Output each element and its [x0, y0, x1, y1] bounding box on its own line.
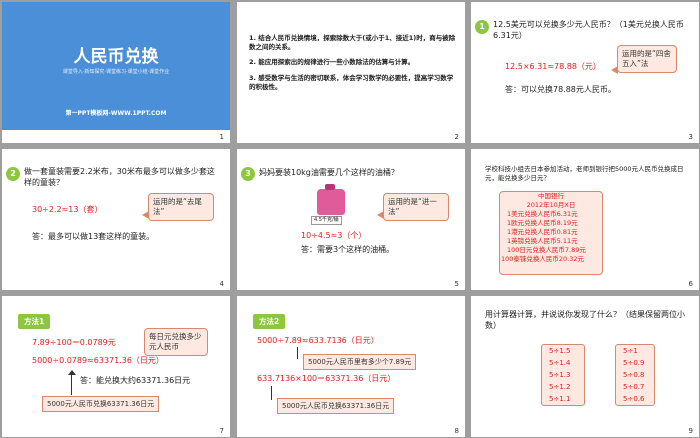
question-badge: 3 [241, 167, 255, 181]
slide-number: 6 [688, 280, 693, 288]
objective-2: 2. 能应用探索出的规律进行一些小数除法的估算与计算。 [249, 58, 415, 66]
equation-2: 633.7136×100＝63371.36（日元） [257, 374, 396, 383]
rate-item: 100日元兑换人民币7.89元 [507, 246, 586, 254]
question-text: 12.5美元可以兑换多少元人民币？（1美元兑换人民币6.31元） [493, 20, 684, 40]
slide-title: 人民币兑换 [73, 47, 159, 67]
slide-subtitle: 课堂导入·新知探究·课堂练习·课堂小结·课堂作业 [62, 69, 170, 75]
callout-tail [142, 211, 149, 219]
slide-5[interactable]: 3 妈妈要装10kg油需要几个这样的油桶？ 4.5千克/桶 运用的是“进一法” … [237, 149, 465, 290]
slide-3[interactable]: 1 12.5美元可以兑换多少元人民币？（1美元兑换人民币6.31元） 12.5×… [471, 2, 699, 143]
division-item: 5÷1.2 [549, 383, 571, 391]
slide-footer: 第一PPT模板网-WWW.1PPT.COM [65, 110, 167, 117]
rate-callout: 每日元兑换多少元人民币 [144, 328, 208, 356]
answer-text: 答：可以兑换78.88元人民币。 [505, 85, 616, 94]
result-box: 5000元人民币兑换63371.36日元 [42, 396, 160, 412]
slide-6[interactable]: 学校科技小组去日本参加活动，老师到银行把5000元人民币兑换成日元，能兑换多少日… [471, 149, 699, 290]
rate-date: 2012年10月X日 [526, 201, 576, 209]
question-badge: 2 [6, 167, 20, 181]
division-item: 5÷0.6 [623, 395, 645, 403]
objective-1: 1. 结合人民币兑换情境，探索除数大于(或小于1、接近1)时，商与被除数之间的关… [249, 34, 456, 51]
answer-text: 答：能兑换大约63371.36日元 [80, 376, 191, 385]
rate-item: 100泰铢兑换人民币20.32元 [501, 255, 585, 263]
oil-jug-cap-icon [325, 184, 335, 190]
slide-2[interactable]: 1. 结合人民币兑换情境，探索除数大于(或小于1、接近1)时，商与被除数之间的关… [237, 2, 465, 143]
method-callout: 运用的是“去尾法” [148, 193, 214, 221]
objective-3: 3. 感受数学与生活的密切联系，体会学习数学的必要性，提高学习数学的积极性。 [249, 74, 454, 91]
method-tag: 方法2 [253, 314, 286, 329]
slide-1[interactable]: 人民币兑换 课堂导入·新知探究·课堂练习·课堂小结·课堂作业 第一PPT模板网-… [2, 2, 230, 143]
bank-name: 中国银行 [538, 192, 564, 200]
division-item: 5÷0.8 [623, 371, 645, 379]
result-box: 5000元人民币兑换63371.36日元 [277, 398, 395, 414]
slide-number: 9 [688, 427, 693, 435]
jug-label: 4.5千克/桶 [311, 216, 342, 225]
slide-7[interactable]: 方法1 7.89÷100＝0.0789元 每日元兑换多少元人民币 5000÷0.… [2, 296, 230, 437]
division-item: 5÷1 [623, 347, 638, 355]
equation: 30÷2.2≈13（套） [32, 205, 103, 214]
oil-jug-icon [317, 189, 345, 215]
rate-item: 1美元兑换人民币6.31元 [507, 210, 578, 218]
slide-number: 8 [454, 427, 459, 435]
slide-number: 3 [688, 133, 693, 141]
equation: 12.5×6.31≈78.88（元） [505, 62, 601, 71]
slide-4[interactable]: 2 做一套童装需要2.2米布，30米布最多可以做多少套这样的童装？ 30÷2.2… [2, 149, 230, 290]
rate-item: 1英镑兑换人民币5.11元 [507, 237, 578, 245]
division-item: 5÷1.5 [549, 347, 571, 355]
division-item: 5÷1.4 [549, 359, 571, 367]
slide-number: 7 [219, 427, 224, 435]
division-item: 5÷0.9 [623, 359, 645, 367]
slide-number: 5 [454, 280, 459, 288]
answer-text: 答：最多可以做13套这样的童装。 [32, 232, 155, 241]
slide-9[interactable]: 用计算器计算，并说说你发现了什么？（结果保留两位小数） 5÷1.5 5÷1.4 … [471, 296, 699, 437]
arrow-line [271, 386, 272, 400]
slide-number: 4 [219, 280, 224, 288]
equation-2: 5000÷0.0789≈63371.36（日元） [32, 356, 164, 365]
division-item: 5÷0.7 [623, 383, 645, 391]
rate-item: 1港元兑换人民币0.81元 [507, 228, 578, 236]
question-text: 用计算器计算，并说说你发现了什么？（结果保留两位小数） [485, 310, 685, 330]
slide-8[interactable]: 方法2 5000÷7.89≈633.7136（日元） 5000元人民币里有多少个… [237, 296, 465, 437]
rate-item: 1欧元兑换人民币8.19元 [507, 219, 578, 227]
arrow-line [71, 373, 72, 395]
division-item: 5÷1.1 [549, 395, 571, 403]
slide-number: 1 [219, 133, 224, 141]
callout-tail [611, 66, 618, 74]
question-text: 学校科技小组去日本参加活动，老师到银行把5000元人民币兑换成日元，能兑换多少日… [485, 165, 684, 182]
question-text: 做一套童装需要2.2米布，30米布最多可以做多少套这样的童装？ [24, 167, 215, 187]
arrow-head-icon [68, 370, 76, 375]
question-badge: 1 [475, 20, 489, 34]
slide-number: 2 [454, 133, 459, 141]
equation-1: 7.89÷100＝0.0789元 [32, 338, 116, 347]
division-item: 5÷1.3 [549, 371, 571, 379]
method-tag: 方法1 [18, 314, 51, 329]
method-callout: 运用的是“进一法” [383, 193, 449, 221]
equation: 10÷4.5≈3（个） [301, 231, 367, 240]
method-callout: 运用的是“四舍五入”法 [617, 45, 677, 73]
callout-tail [377, 211, 384, 219]
explain-box: 5000元人民币里有多少个7.89元 [303, 354, 417, 370]
question-text: 妈妈要装10kg油需要几个这样的油桶？ [259, 168, 399, 177]
arrow-line [297, 347, 298, 359]
answer-text: 答：需要3个这样的油桶。 [301, 245, 395, 254]
equation-1: 5000÷7.89≈633.7136（日元） [257, 336, 379, 345]
